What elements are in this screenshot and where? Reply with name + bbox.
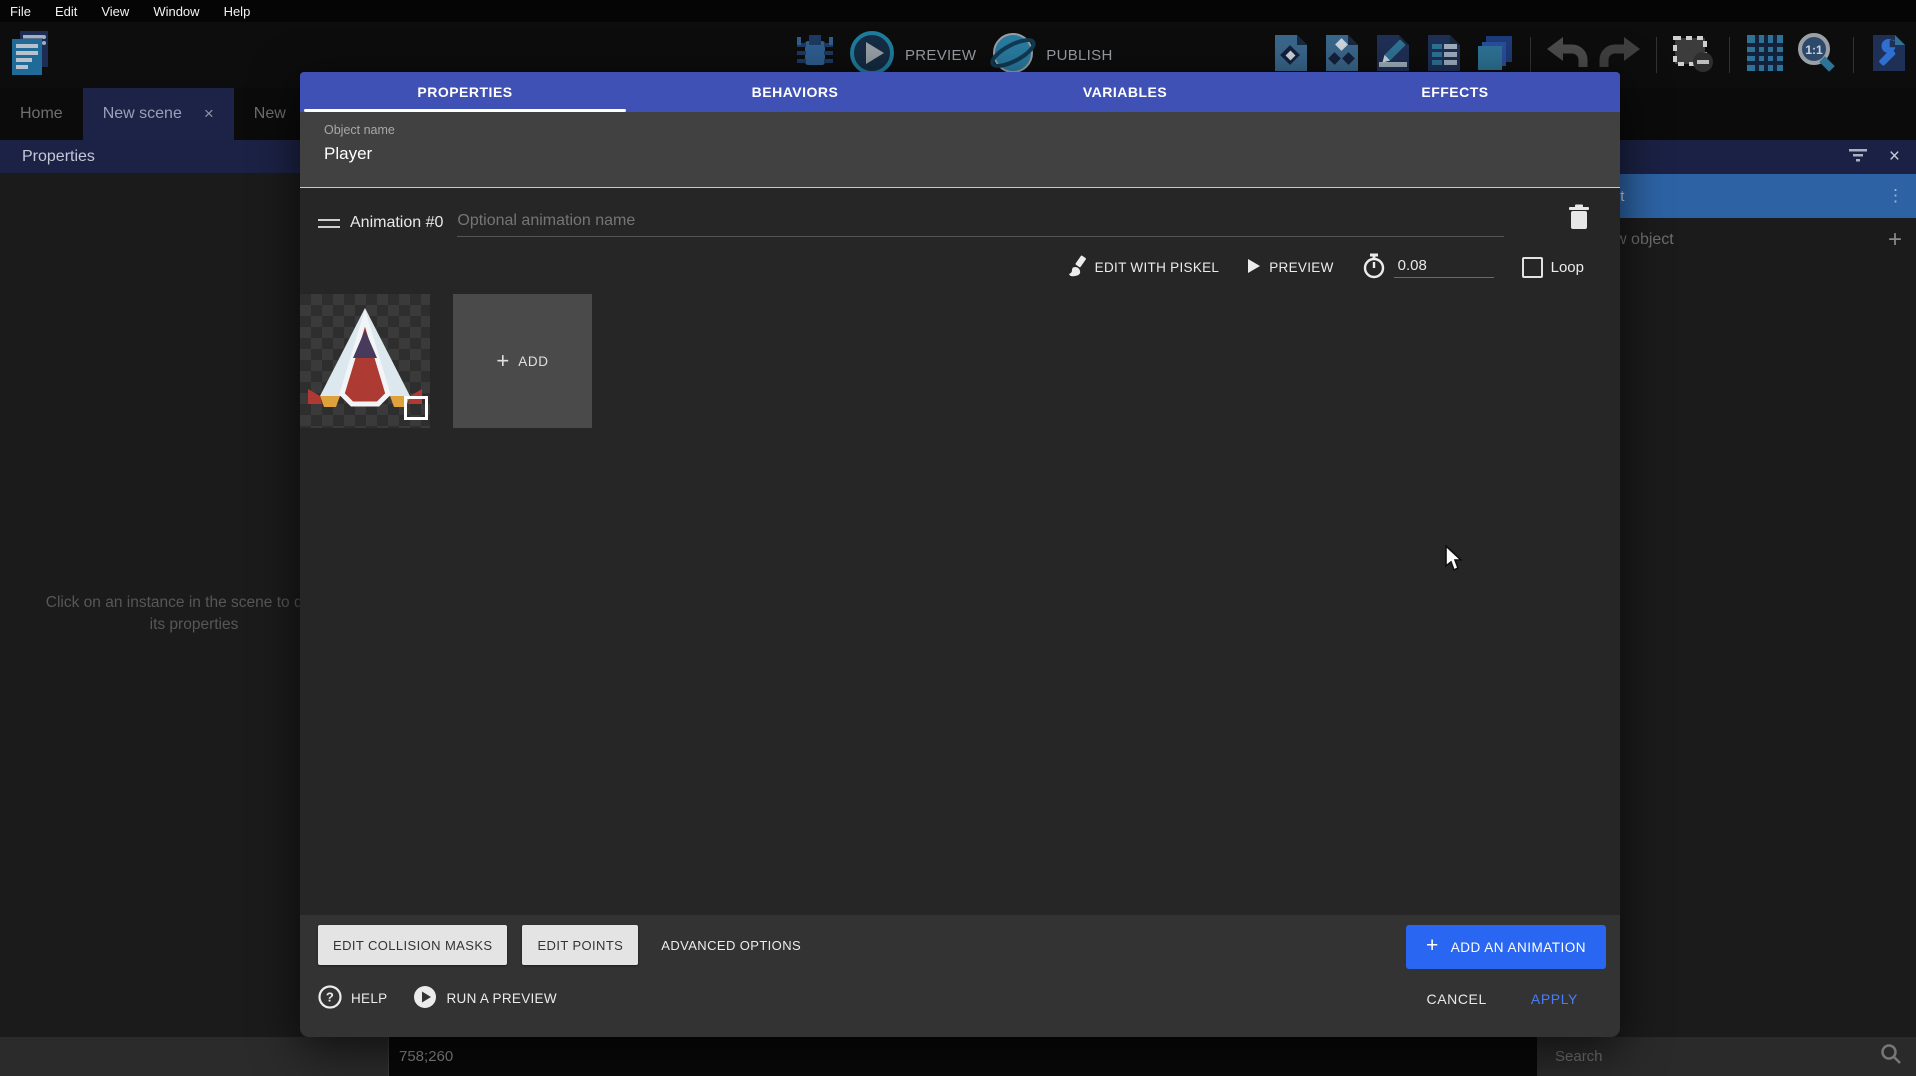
- tab-close-icon[interactable]: ×: [204, 104, 214, 124]
- plus-icon: +: [1426, 934, 1439, 958]
- edit-collision-masks-button[interactable]: EDIT COLLISION MASKS: [318, 925, 507, 965]
- tab-properties[interactable]: PROPERTIES: [300, 72, 630, 112]
- tab-effects[interactable]: EFFECTS: [1290, 72, 1620, 112]
- more-options-icon[interactable]: ⋮: [1887, 189, 1904, 203]
- object-editor-dialog: PROPERTIES BEHAVIORS VARIABLES EFFECTS O…: [300, 72, 1620, 1037]
- stopwatch-icon: [1362, 253, 1386, 282]
- advanced-options-button[interactable]: ADVANCED OPTIONS: [653, 925, 809, 965]
- grid-icon[interactable]: [1744, 32, 1786, 79]
- svg-text:1:1: 1:1: [1805, 43, 1823, 57]
- animation-name-input[interactable]: [457, 212, 1504, 237]
- status-bar: 758;260: [388, 1037, 1537, 1076]
- preview-animation-button[interactable]: PREVIEW: [1247, 258, 1333, 277]
- delete-selection-icon[interactable]: [1671, 32, 1715, 79]
- tab-variables[interactable]: VARIABLES: [960, 72, 1290, 112]
- menu-edit[interactable]: Edit: [55, 4, 77, 19]
- properties-panel-title: Properties: [22, 148, 95, 166]
- play-circle-icon: [413, 985, 437, 1012]
- delete-animation-icon[interactable]: [1568, 204, 1590, 235]
- undo-icon[interactable]: [1545, 33, 1589, 78]
- help-button[interactable]: ? HELP: [318, 985, 387, 1012]
- project-manager-icon[interactable]: [8, 28, 52, 85]
- left-panel-footer: [0, 1037, 388, 1076]
- cursor-coordinates: 758;260: [399, 1048, 453, 1065]
- objects-search-bar: [1537, 1037, 1916, 1076]
- tab-new-scene[interactable]: New scene ×: [83, 88, 234, 140]
- cancel-button[interactable]: CANCEL: [1426, 991, 1486, 1007]
- edit-points-button[interactable]: EDIT POINTS: [522, 925, 638, 965]
- add-an-animation-button[interactable]: + ADD AN ANIMATION: [1406, 925, 1606, 969]
- close-panel-icon[interactable]: ×: [1889, 146, 1900, 168]
- drag-handle-icon[interactable]: [318, 214, 340, 228]
- dialog-footer: EDIT COLLISION MASKS EDIT POINTS ADVANCE…: [300, 915, 1620, 1037]
- frame-select-checkbox[interactable]: [404, 396, 428, 420]
- help-icon: ?: [318, 985, 342, 1012]
- loop-toggle[interactable]: Loop: [1522, 257, 1584, 278]
- run-a-preview-button[interactable]: RUN A PREVIEW: [413, 985, 556, 1012]
- animations-area: Animation #0 EDIT WI: [300, 188, 1620, 915]
- brush-icon: [1067, 255, 1087, 280]
- menu-file[interactable]: File: [10, 4, 31, 19]
- objects-search-input[interactable]: [1555, 1048, 1880, 1065]
- redo-icon[interactable]: [1598, 33, 1642, 78]
- apply-button[interactable]: APPLY: [1531, 991, 1578, 1007]
- menu-view[interactable]: View: [101, 4, 129, 19]
- tab-behaviors[interactable]: BEHAVIORS: [630, 72, 960, 112]
- filter-icon[interactable]: [1849, 148, 1867, 167]
- toolbar-divider: [1729, 37, 1730, 73]
- tools-icon[interactable]: [1868, 32, 1910, 79]
- animation-frame-thumbnail[interactable]: [300, 294, 430, 428]
- plus-icon: +: [496, 348, 509, 374]
- object-name-field-block: Object name: [300, 112, 1620, 188]
- object-name-input[interactable]: [324, 144, 1596, 164]
- search-icon: [1880, 1043, 1902, 1070]
- loop-checkbox[interactable]: [1522, 257, 1543, 278]
- toolbar-divider: [1530, 37, 1531, 73]
- add-object-plus-icon: +: [1888, 226, 1902, 254]
- animation-title: Animation #0: [350, 214, 443, 232]
- menu-window[interactable]: Window: [153, 4, 199, 19]
- time-between-frames-input[interactable]: [1394, 257, 1494, 278]
- add-frame-button[interactable]: + ADD: [453, 294, 592, 428]
- edit-with-piskel-button[interactable]: EDIT WITH PISKEL: [1067, 255, 1220, 280]
- toolbar-divider: [1853, 37, 1854, 73]
- dialog-tabbar: PROPERTIES BEHAVIORS VARIABLES EFFECTS: [300, 72, 1620, 112]
- zoom-original-icon[interactable]: 1:1: [1795, 31, 1839, 80]
- tab-home[interactable]: Home: [0, 88, 83, 140]
- object-name-label: Object name: [324, 123, 1596, 137]
- play-icon: [1247, 258, 1261, 277]
- time-between-frames-field: [1362, 253, 1494, 282]
- tab-new[interactable]: New: [234, 88, 306, 140]
- menu-help[interactable]: Help: [224, 4, 251, 19]
- toolbar-divider: [1656, 37, 1657, 73]
- svg-text:?: ?: [326, 990, 334, 1005]
- menu-bar: File Edit View Window Help: [0, 0, 1916, 22]
- publish-label: PUBLISH: [1046, 47, 1112, 64]
- preview-label: PREVIEW: [905, 47, 976, 64]
